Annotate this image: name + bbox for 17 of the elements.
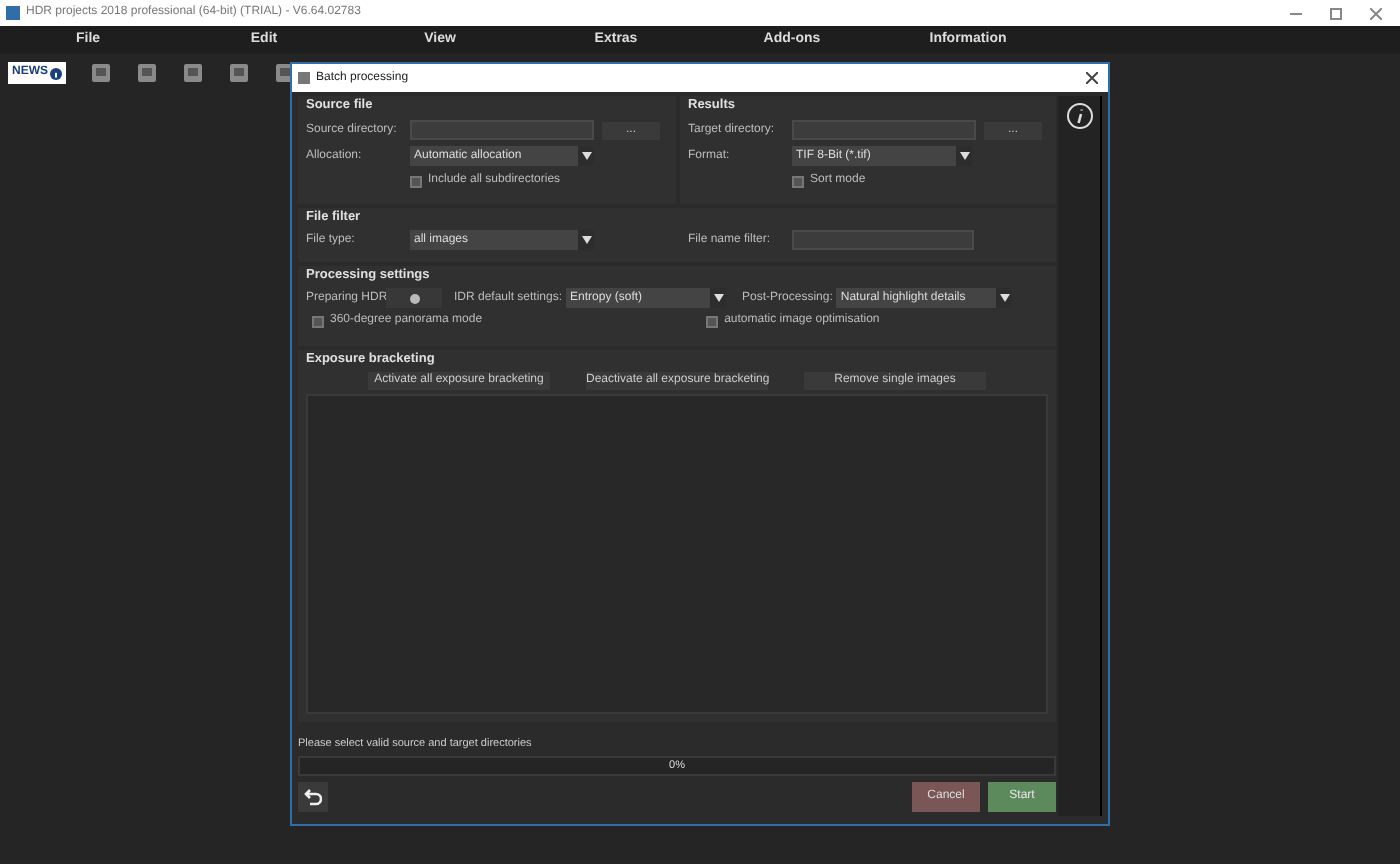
text-field[interactable]: [410, 120, 594, 140]
close-icon[interactable]: [1086, 72, 1098, 84]
text-field[interactable]: [792, 120, 976, 140]
checkbox[interactable]: [792, 175, 804, 187]
text-field[interactable]: [792, 230, 974, 250]
minimize-icon[interactable]: [1290, 7, 1302, 19]
checkbox[interactable]: [312, 315, 324, 327]
undo-icon: [304, 788, 322, 806]
settings-button[interactable]: [386, 288, 442, 308]
checkbox[interactable]: [706, 315, 719, 327]
info-icon: [50, 67, 62, 79]
dialog-icon: [298, 72, 310, 84]
checkbox[interactable]: [410, 175, 422, 187]
back-button[interactable]: [298, 782, 328, 812]
app-icon: [6, 6, 20, 20]
info-icon[interactable]: [1065, 102, 1093, 130]
maximize-icon[interactable]: [1330, 7, 1342, 19]
